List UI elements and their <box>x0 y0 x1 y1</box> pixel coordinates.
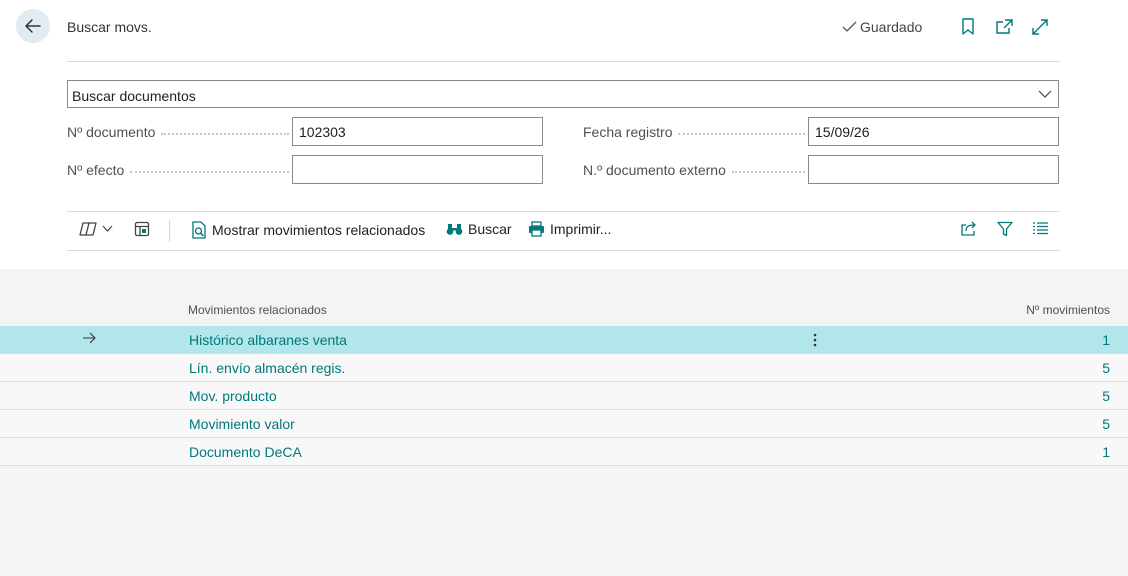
column-header-count[interactable]: Nº movimientos <box>1026 303 1110 317</box>
back-button[interactable] <box>16 9 50 43</box>
ext-doc-no-label: N.º documento externo <box>583 162 805 178</box>
column-header-name[interactable]: Movimientos relacionados <box>188 303 327 317</box>
bill-no-label: Nº efecto <box>67 162 289 178</box>
print-button[interactable]: Imprimir... <box>528 221 611 237</box>
table-row[interactable]: Lín. envío almacén regis. 5 <box>0 354 1128 382</box>
doc-no-input[interactable] <box>292 117 543 146</box>
row-count-link[interactable]: 1 <box>1102 332 1110 348</box>
row-count-link[interactable]: 1 <box>1102 444 1110 460</box>
doc-no-label-text: Nº documento <box>67 124 156 140</box>
open-new-window-button[interactable] <box>994 17 1014 37</box>
saved-status: Guardado <box>842 19 922 35</box>
posting-date-label: Fecha registro <box>583 124 805 140</box>
table-layout-icon <box>134 221 150 237</box>
search-type-value: Buscar documentos <box>72 88 196 104</box>
row-name-link[interactable]: Mov. producto <box>189 388 277 404</box>
posting-date-input[interactable] <box>808 117 1059 146</box>
dotted-leader <box>678 133 805 135</box>
row-count-link[interactable]: 5 <box>1102 360 1110 376</box>
table-row[interactable]: Mov. producto 5 <box>0 382 1128 410</box>
find-button[interactable]: Buscar <box>446 221 512 237</box>
row-actions-button[interactable] <box>807 331 823 349</box>
row-count-link[interactable]: 5 <box>1102 388 1110 404</box>
dotted-leader <box>130 171 289 173</box>
doc-no-label: Nº documento <box>67 124 289 140</box>
copilot-icon <box>79 222 97 236</box>
checkmark-icon <box>842 21 857 32</box>
show-related-entries-label: Mostrar movimientos relacionados <box>212 222 426 238</box>
ext-doc-no-input[interactable] <box>808 155 1059 184</box>
list-view-button[interactable] <box>1033 221 1048 235</box>
dotted-leader <box>161 133 289 135</box>
arrow-left-icon <box>25 19 41 33</box>
bookmark-icon <box>962 18 974 35</box>
expand-button[interactable] <box>1030 17 1050 37</box>
row-count-link[interactable]: 5 <box>1102 416 1110 432</box>
saved-status-label: Guardado <box>860 19 923 35</box>
filter-button[interactable] <box>997 221 1013 237</box>
table-row[interactable]: Movimiento valor 5 <box>0 410 1128 438</box>
table-row[interactable]: Histórico albaranes venta 1 <box>0 326 1128 354</box>
bill-no-input[interactable] <box>292 155 543 184</box>
expand-icon <box>1032 19 1048 35</box>
row-name-link[interactable]: Lín. envío almacén regis. <box>189 360 345 376</box>
page-title: Buscar movs. <box>67 19 152 35</box>
printer-icon <box>529 221 544 237</box>
arrow-right-icon <box>83 332 96 344</box>
ext-doc-no-label-text: N.º documento externo <box>583 162 726 178</box>
top-bar: Buscar movs. Guardado <box>0 0 1128 62</box>
related-entries-list: Movimientos relacionados Nº movimientos … <box>0 269 1128 576</box>
chevron-down-icon <box>102 225 113 232</box>
layout-button[interactable] <box>134 221 150 237</box>
posting-date-label-text: Fecha registro <box>583 124 673 140</box>
print-label: Imprimir... <box>550 221 612 237</box>
open-new-window-icon <box>996 19 1013 34</box>
bookmark-button[interactable] <box>958 17 978 37</box>
filter-icon <box>997 221 1013 237</box>
action-bar: Mostrar movimientos relacionados Buscar … <box>67 212 1060 250</box>
row-name-link[interactable]: Movimiento valor <box>189 416 295 432</box>
header-divider <box>67 61 1060 62</box>
share-icon <box>961 221 976 236</box>
chevron-down-icon <box>1038 90 1052 98</box>
document-search-icon <box>192 221 206 239</box>
dotted-leader <box>731 171 805 173</box>
row-name-link[interactable]: Histórico albaranes venta <box>189 332 347 348</box>
binoculars-icon <box>446 224 463 235</box>
more-vertical-icon <box>813 333 817 347</box>
list-icon <box>1033 222 1048 235</box>
bill-no-label-text: Nº efecto <box>67 162 125 178</box>
table-row[interactable]: Documento DeCA 1 <box>0 438 1128 466</box>
share-button[interactable] <box>960 221 977 236</box>
copilot-menu-button[interactable] <box>79 221 113 237</box>
search-type-select[interactable]: Buscar documentos <box>67 80 1059 108</box>
toolbar-bottom-divider <box>67 250 1060 251</box>
row-name-link[interactable]: Documento DeCA <box>189 444 302 460</box>
show-related-entries-button[interactable]: Mostrar movimientos relacionados <box>191 221 425 239</box>
find-label: Buscar <box>468 221 512 237</box>
toolbar-separator <box>169 220 170 242</box>
